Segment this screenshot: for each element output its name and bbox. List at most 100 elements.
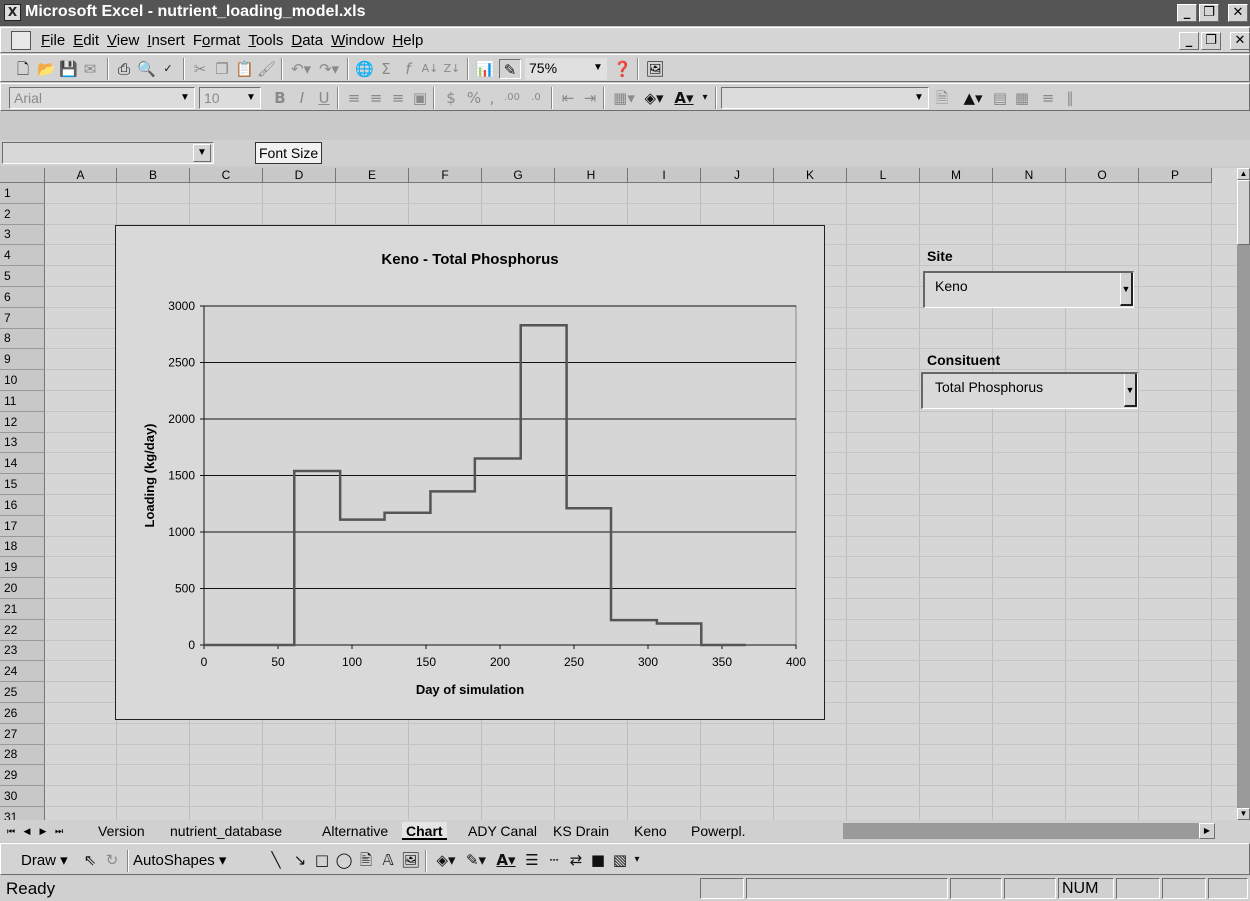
menu-window[interactable]: Window <box>327 28 388 54</box>
sheet-tab-keno[interactable]: Keno <box>630 822 671 840</box>
column-header-o[interactable]: O <box>1066 168 1139 183</box>
excel-app-icon[interactable]: X <box>4 4 21 21</box>
row-header-22[interactable]: 22 <box>0 620 45 641</box>
sheet-tab-nutrient-database[interactable]: nutrient_database <box>166 822 286 840</box>
merge-center-icon[interactable]: ▣ <box>411 88 429 108</box>
doc-minimize-button[interactable]: _ <box>1179 32 1199 50</box>
arrow-icon[interactable]: ↘ <box>291 850 309 870</box>
row-header-27[interactable]: 27 <box>0 724 45 745</box>
wordart-icon[interactable]: 𝔸 <box>379 850 397 870</box>
autosum-icon[interactable]: Σ <box>377 59 395 79</box>
toolbar-options-icon[interactable]: 🖼 <box>643 59 667 79</box>
row-header-25[interactable]: 25 <box>0 682 45 703</box>
clipart-icon[interactable]: 🖼 <box>401 850 420 870</box>
sheet-tab-ks-drain[interactable]: KS Drain <box>549 822 613 840</box>
menu-data[interactable]: Data <box>287 28 327 54</box>
bold-icon[interactable]: B <box>271 88 289 108</box>
dropdown-arrow-icon[interactable]: ▼ <box>244 90 258 106</box>
horizontal-scrollbar[interactable]: ▶ <box>843 823 1215 839</box>
align-right-icon[interactable]: ≡ <box>389 88 407 108</box>
menu-format[interactable]: Format <box>189 28 245 54</box>
align-center-icon[interactable]: ≡ <box>367 88 385 108</box>
restore-button[interactable]: ❐ <box>1199 4 1219 22</box>
fill-color-icon[interactable]: ◈▾ <box>433 850 459 870</box>
sheet-tab-chart[interactable]: Chart <box>402 822 447 840</box>
column-header-f[interactable]: F <box>409 168 482 183</box>
decrease-decimal-icon[interactable]: .0 <box>525 88 547 108</box>
row-header-15[interactable]: 15 <box>0 474 45 495</box>
print-icon[interactable]: ⎙ <box>115 59 133 79</box>
column-header-m[interactable]: M <box>920 168 993 183</box>
row-header-26[interactable]: 26 <box>0 703 45 724</box>
menu-edit[interactable]: Edit <box>69 28 103 54</box>
new-icon[interactable]: 🗋 <box>15 59 31 79</box>
column-header-b[interactable]: B <box>117 168 190 183</box>
row-header-14[interactable]: 14 <box>0 453 45 474</box>
email-icon[interactable]: ✉ <box>81 59 99 79</box>
line-color-icon[interactable]: ✎▾ <box>463 850 489 870</box>
font-size-combo[interactable]: 10 ▼ <box>199 87 261 109</box>
fill-color-icon[interactable]: ◈▾ <box>641 88 667 108</box>
vertical-scrollbar[interactable]: ▲ ▼ <box>1237 168 1250 820</box>
column-header-g[interactable]: G <box>482 168 555 183</box>
font-color-icon[interactable]: A▾ <box>671 88 697 108</box>
copy-icon[interactable]: ❐ <box>213 59 231 79</box>
drawing-icon[interactable]: ✎ <box>499 59 521 79</box>
chart-type-icon[interactable]: ▲▾ <box>959 88 987 108</box>
print-preview-icon[interactable]: 🔍 <box>137 59 156 79</box>
align-left-icon[interactable]: ≡ <box>345 88 363 108</box>
dropdown-arrow-icon[interactable]: ▼ <box>178 90 192 106</box>
column-header-c[interactable]: C <box>190 168 263 183</box>
comma-icon[interactable]: , <box>485 88 499 108</box>
row-header-30[interactable]: 30 <box>0 786 45 807</box>
data-table-icon[interactable]: ▦ <box>1013 88 1031 108</box>
column-header-i[interactable]: I <box>628 168 701 183</box>
currency-icon[interactable]: $ <box>441 88 461 108</box>
column-header-e[interactable]: E <box>336 168 409 183</box>
chart-wizard-icon[interactable]: 📊 <box>475 59 495 79</box>
site-dropdown-arrow-icon[interactable]: ▼ <box>1120 273 1133 306</box>
sheet-tab-alternative[interactable]: Alternative <box>318 822 392 840</box>
sheet-tab-version[interactable]: Version <box>94 822 149 840</box>
row-header-11[interactable]: 11 <box>0 391 45 412</box>
borders-icon[interactable]: ▦▾ <box>611 88 637 108</box>
close-button[interactable]: ✕ <box>1228 4 1248 22</box>
oval-icon[interactable]: ◯ <box>335 850 353 870</box>
row-header-29[interactable]: 29 <box>0 765 45 786</box>
draw-menu-button[interactable]: Draw ▾ <box>21 851 68 869</box>
row-header-8[interactable]: 8 <box>0 329 45 349</box>
row-header-3[interactable]: 3 <box>0 225 45 245</box>
row-header-21[interactable]: 21 <box>0 599 45 620</box>
row-header-1[interactable]: 1 <box>0 183 45 204</box>
column-header-h[interactable]: H <box>555 168 628 183</box>
percent-icon[interactable]: % <box>465 88 483 108</box>
scroll-down-icon[interactable]: ▼ <box>1237 808 1250 820</box>
increase-indent-icon[interactable]: ⇥ <box>581 88 599 108</box>
row-header-13[interactable]: 13 <box>0 433 45 453</box>
menu-help[interactable]: Help <box>388 28 427 54</box>
menu-file[interactable]: File <box>37 28 69 54</box>
doc-close-button[interactable]: ✕ <box>1230 32 1250 50</box>
menu-insert[interactable]: Insert <box>143 28 189 54</box>
decrease-indent-icon[interactable]: ⇤ <box>559 88 577 108</box>
style-combo[interactable]: ▼ <box>721 87 929 109</box>
sheet-tab-powerpl[interactable]: Powerpl. <box>687 822 749 840</box>
menu-view[interactable]: View <box>103 28 143 54</box>
font-combo[interactable]: Arial ▼ <box>9 87 195 109</box>
italic-icon[interactable]: I <box>293 88 311 108</box>
column-header-p[interactable]: P <box>1139 168 1212 183</box>
sort-descending-icon[interactable]: Z↓ <box>443 59 461 79</box>
by-column-icon[interactable]: ∥ <box>1061 88 1079 108</box>
row-header-4[interactable]: 4 <box>0 245 45 266</box>
first-sheet-icon[interactable]: ⏮ <box>4 824 18 838</box>
select-all-corner[interactable] <box>0 168 45 183</box>
help-icon[interactable]: ❓ <box>613 59 632 79</box>
by-row-icon[interactable]: ≡ <box>1039 88 1057 108</box>
cut-icon[interactable]: ✂ <box>191 59 209 79</box>
scroll-up-icon[interactable]: ▲ <box>1237 168 1250 180</box>
row-header-6[interactable]: 6 <box>0 287 45 308</box>
hyperlink-icon[interactable]: 🌐 <box>355 59 374 79</box>
dropdown-arrow-icon[interactable]: ▼ <box>912 90 926 106</box>
row-header-16[interactable]: 16 <box>0 495 45 516</box>
row-header-19[interactable]: 19 <box>0 557 45 578</box>
